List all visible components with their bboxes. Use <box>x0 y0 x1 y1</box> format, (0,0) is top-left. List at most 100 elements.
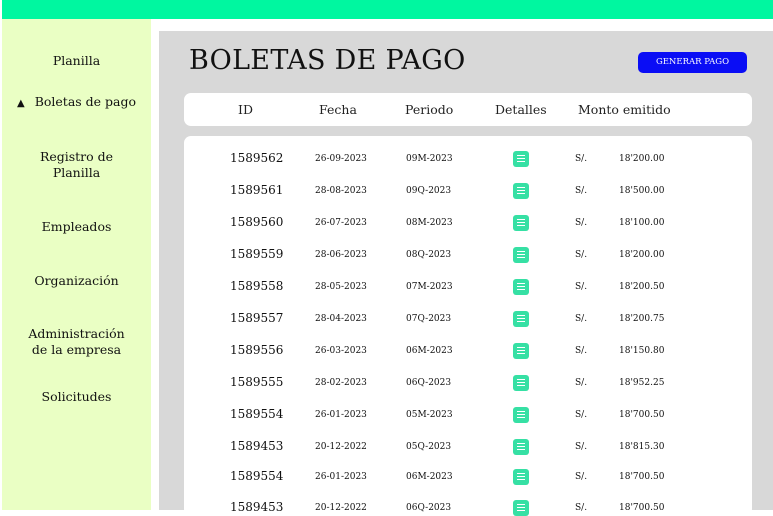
sidebar-item-solicitudes[interactable]: Solicitudes <box>2 389 151 405</box>
row-periodo: 07M-2023 <box>406 282 453 292</box>
row-periodo: 07Q-2023 <box>406 314 452 324</box>
document-icon[interactable] <box>513 500 529 516</box>
row-fecha: 28-08-2023 <box>315 186 367 196</box>
row-id: 1589453 <box>230 500 284 514</box>
row-currency: S/. <box>575 410 588 420</box>
column-header-periodo: Periodo <box>405 102 454 117</box>
table-row: 1589558 28-05-2023 07M-2023 S/. 18'200.50 <box>184 272 752 304</box>
table-row: 1589453 20-12-2022 05Q-2023 S/. 18'815.30 <box>184 432 752 464</box>
row-fecha: 26-01-2023 <box>315 472 367 482</box>
row-id: 1589556 <box>230 343 284 357</box>
row-id: 1589559 <box>230 247 284 261</box>
row-id: 1589558 <box>230 279 284 293</box>
document-icon[interactable] <box>513 439 529 455</box>
row-periodo: 06Q-2023 <box>406 378 452 388</box>
row-id: 1589562 <box>230 151 284 165</box>
row-fecha: 26-01-2023 <box>315 410 367 420</box>
sidebar: Planilla ▲ Boletas de pago Registro de Pl… <box>2 19 151 510</box>
row-currency: S/. <box>575 218 588 228</box>
row-periodo: 09M-2023 <box>406 154 453 164</box>
sidebar-item-label: Organización <box>34 273 119 288</box>
row-periodo: 06M-2023 <box>406 346 453 356</box>
document-icon[interactable] <box>513 407 529 423</box>
row-monto: 18'200.00 <box>619 154 665 164</box>
document-icon[interactable] <box>513 375 529 391</box>
sidebar-item-label-line: Registro de <box>39 149 114 164</box>
row-monto: 18'815.30 <box>619 442 665 452</box>
row-currency: S/. <box>575 250 588 260</box>
row-monto: 18'200.50 <box>619 282 665 292</box>
row-currency: S/. <box>575 314 588 324</box>
row-periodo: 05Q-2023 <box>406 442 452 452</box>
row-fecha: 26-09-2023 <box>315 154 367 164</box>
row-currency: S/. <box>575 378 588 388</box>
row-periodo: 05M-2023 <box>406 410 453 420</box>
row-id: 1589560 <box>230 215 284 229</box>
sidebar-item-label-line: de la empresa <box>31 342 122 357</box>
row-periodo: 09Q-2023 <box>406 186 452 196</box>
sidebar-item-label-line: Administración <box>28 326 125 341</box>
table-row: 1589556 26-03-2023 06M-2023 S/. 18'150.80 <box>184 336 752 368</box>
document-icon[interactable] <box>513 469 529 485</box>
row-currency: S/. <box>575 346 588 356</box>
row-monto: 18'700.50 <box>619 472 665 482</box>
row-monto: 18'200.75 <box>619 314 665 324</box>
row-fecha: 28-04-2023 <box>315 314 367 324</box>
sidebar-item-label: Empleados <box>41 219 112 234</box>
document-icon[interactable] <box>513 151 529 167</box>
row-currency: S/. <box>575 186 588 196</box>
row-id: 1589554 <box>230 407 284 421</box>
sidebar-item-registro-de-planilla[interactable]: Registro de Planilla <box>2 149 151 181</box>
top-bar <box>2 0 773 19</box>
sidebar-item-planilla[interactable]: Planilla <box>2 53 151 69</box>
document-icon[interactable] <box>513 311 529 327</box>
row-id: 1589554 <box>230 469 284 483</box>
triangle-up-icon: ▲ <box>16 98 25 109</box>
row-currency: S/. <box>575 442 588 452</box>
row-fecha: 26-07-2023 <box>315 218 367 228</box>
row-fecha: 28-05-2023 <box>315 282 367 292</box>
document-icon[interactable] <box>513 247 529 263</box>
table-row: 1589559 28-06-2023 08Q-2023 S/. 18'200.00 <box>184 240 752 272</box>
sidebar-item-administracion[interactable]: Administración de la empresa <box>2 326 151 358</box>
row-fecha: 26-03-2023 <box>315 346 367 356</box>
row-id: 1589453 <box>230 439 284 453</box>
main-panel: BOLETAS DE PAGO GENERAR PAGO ID Fecha Pe… <box>159 31 773 516</box>
table-row: 1589562 26-09-2023 09M-2023 S/. 18'200.00 <box>184 144 752 176</box>
row-monto: 18'100.00 <box>619 218 665 228</box>
row-currency: S/. <box>575 154 588 164</box>
row-currency: S/. <box>575 472 588 482</box>
row-monto: 18'150.80 <box>619 346 665 356</box>
row-periodo: 06M-2023 <box>406 472 453 482</box>
row-id: 1589557 <box>230 311 284 325</box>
column-header-monto: Monto emitido <box>578 102 671 117</box>
row-periodo: 08Q-2023 <box>406 250 452 260</box>
row-monto: 18'700.50 <box>619 503 665 513</box>
table-row: 1589554 26-01-2023 06M-2023 S/. 18'700.50 <box>184 462 752 494</box>
page-title: BOLETAS DE PAGO <box>189 45 466 76</box>
row-id: 1589561 <box>230 183 284 197</box>
document-icon[interactable] <box>513 183 529 199</box>
row-fecha: 28-06-2023 <box>315 250 367 260</box>
payslip-table: 1589562 26-09-2023 09M-2023 S/. 18'200.00 158… <box>184 136 752 516</box>
sidebar-item-organizacion[interactable]: Organización <box>2 273 151 289</box>
row-periodo: 06Q-2023 <box>406 503 452 513</box>
sidebar-item-boletas-de-pago[interactable]: ▲ Boletas de pago <box>2 94 151 112</box>
document-icon[interactable] <box>513 215 529 231</box>
row-monto: 18'500.00 <box>619 186 665 196</box>
row-monto: 18'952.25 <box>619 378 665 388</box>
sidebar-item-label: Planilla <box>52 53 101 68</box>
table-header: ID Fecha Periodo Detalles Monto emitido <box>184 93 752 126</box>
sidebar-item-empleados[interactable]: Empleados <box>2 219 151 235</box>
sidebar-item-label: Boletas de pago <box>34 94 137 109</box>
sidebar-item-label-line: Planilla <box>52 165 101 180</box>
column-header-detalles: Detalles <box>495 102 547 117</box>
row-monto: 18'700.50 <box>619 410 665 420</box>
sidebar-item-label: Solicitudes <box>41 389 112 404</box>
document-icon[interactable] <box>513 279 529 295</box>
table-row: 1589555 28-02-2023 06Q-2023 S/. 18'952.25 <box>184 368 752 400</box>
row-currency: S/. <box>575 282 588 292</box>
row-fecha: 28-02-2023 <box>315 378 367 388</box>
generate-payment-button[interactable]: GENERAR PAGO <box>638 52 747 73</box>
document-icon[interactable] <box>513 343 529 359</box>
